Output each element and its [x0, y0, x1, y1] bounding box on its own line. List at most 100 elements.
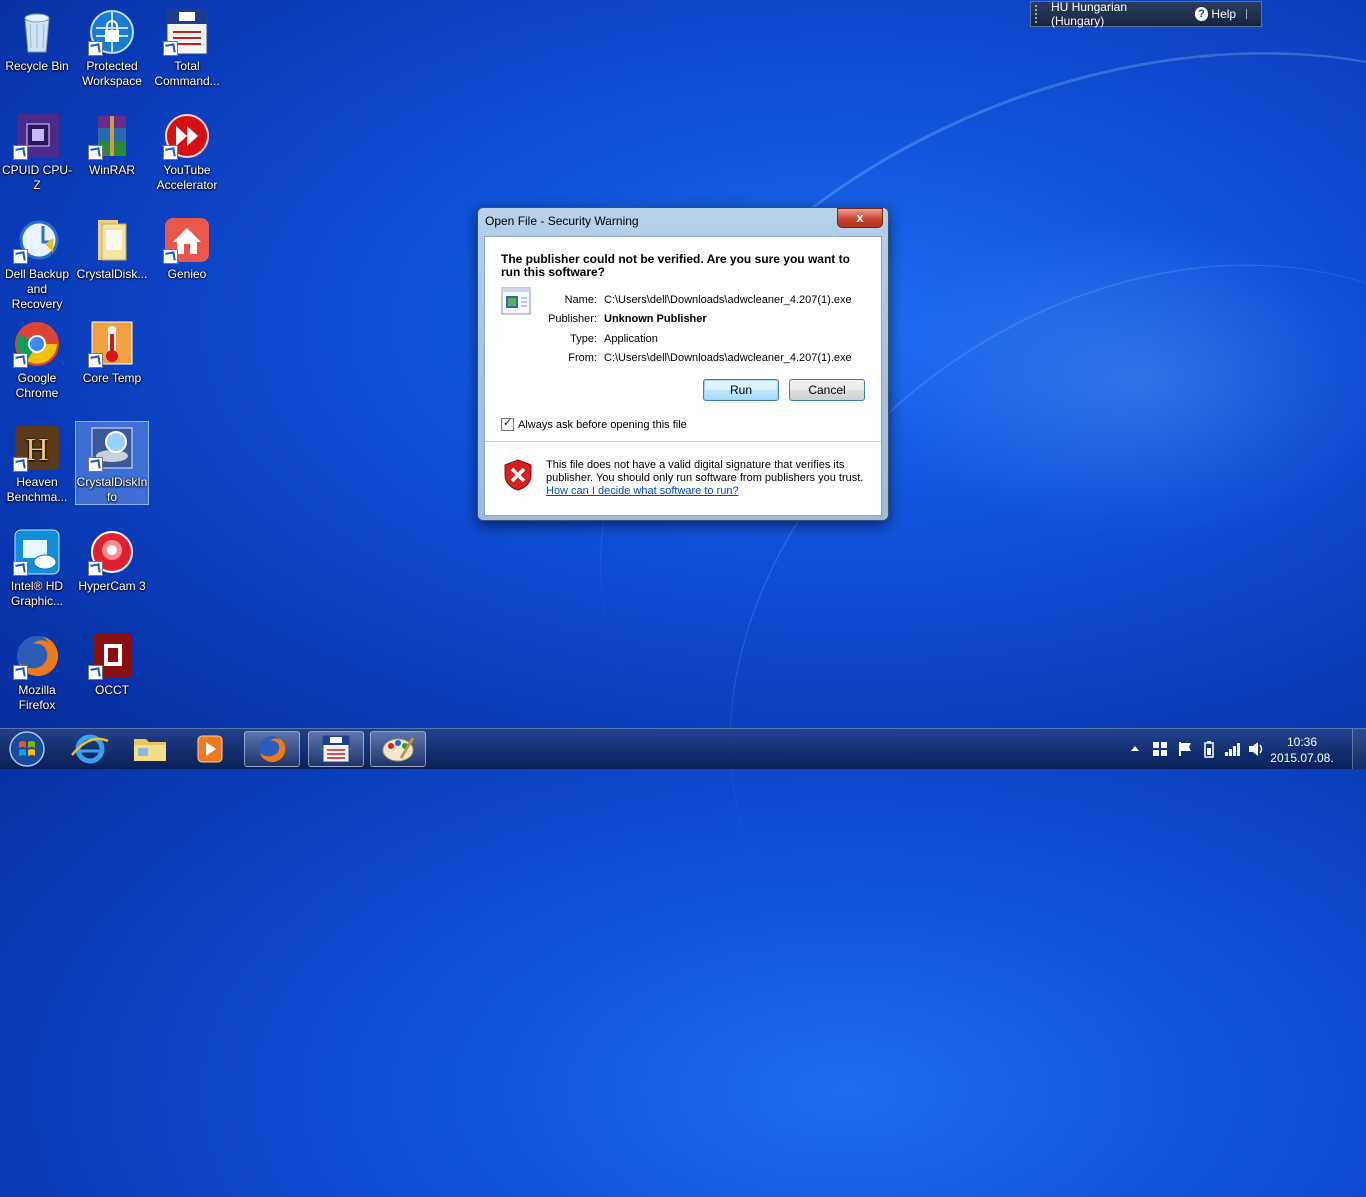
firefox-icon[interactable]: [244, 731, 300, 767]
desktop-icon-total-commander[interactable]: Total Command...: [151, 6, 223, 89]
dialog-body: The publisher could not be verified. Are…: [484, 236, 882, 516]
help-icon[interactable]: ?: [1194, 7, 1209, 21]
svg-text:H: H: [25, 431, 48, 467]
field-value: Unknown Publisher: [604, 313, 707, 325]
action-center-flag-icon[interactable]: [1177, 741, 1193, 781]
desktop-icon-genieo[interactable]: Genieo: [151, 214, 223, 282]
media-player-icon[interactable]: [182, 731, 238, 767]
network-signal-icon[interactable]: [1224, 741, 1242, 781]
warning-message: This file does not have a valid digital …: [546, 459, 866, 498]
field-key: Name:: [564, 294, 597, 306]
desktop-icon-core-temp[interactable]: Core Temp: [76, 318, 148, 386]
close-button[interactable]: x: [837, 208, 883, 228]
cancel-button[interactable]: Cancel: [789, 379, 865, 401]
volume-icon[interactable]: [1248, 741, 1266, 781]
field-value: Application: [604, 333, 658, 345]
language-bar[interactable]: HU Hungarian (Hungary) ? Help: [1030, 0, 1262, 28]
desktop-icon-occt[interactable]: OCCT: [76, 630, 148, 698]
total-commander-icon: [163, 8, 211, 56]
icon-label: Protected Workspace: [82, 59, 142, 88]
intel-hd-icon: [13, 528, 61, 576]
icon-label: Google Chrome: [15, 371, 59, 400]
icon-label: Intel® HD Graphic...: [10, 579, 64, 608]
icon-label: YouTube Accelerator: [156, 163, 218, 192]
field-type: Type: Application: [525, 333, 875, 345]
always-ask-checkbox-row[interactable]: Always ask before opening this file: [501, 416, 687, 431]
total-commander-icon[interactable]: [308, 731, 364, 767]
icon-label: Recycle Bin: [5, 59, 69, 73]
language-label[interactable]: HU Hungarian (Hungary): [1051, 0, 1183, 28]
icon-label: CPUID CPU-Z: [1, 163, 72, 192]
always-ask-checkbox[interactable]: [501, 416, 514, 431]
icon-label: Dell Backup and Recovery: [4, 267, 70, 311]
folder-icon: [88, 216, 136, 264]
field-key: From:: [568, 352, 597, 364]
protected-workspace-icon: [88, 8, 136, 56]
desktop-icon-dell-backup[interactable]: Dell Backup and Recovery: [1, 214, 73, 312]
clock-time: 10:36: [1286, 735, 1318, 749]
dell-backup-icon: [13, 216, 61, 264]
shield-warning-icon: [503, 459, 533, 491]
warning-text: This file does not have a valid digital …: [546, 459, 864, 484]
run-button[interactable]: Run: [703, 379, 779, 401]
desktop-icon-protected-workspace[interactable]: Protected Workspace: [76, 6, 148, 89]
desktop-icon-crystaldisk-folder[interactable]: CrystalDisk...: [76, 214, 148, 282]
field-publisher: Publisher: Unknown Publisher: [525, 313, 875, 325]
core-temp-icon: [88, 320, 136, 368]
help-label[interactable]: Help: [1211, 7, 1236, 21]
icon-label: Total Command...: [154, 59, 220, 88]
desktop-icon-hypercam[interactable]: HyperCam 3: [76, 526, 148, 594]
show-desktop-button[interactable]: [1352, 729, 1366, 769]
minimize-langbar-icon[interactable]: [1246, 9, 1261, 19]
desktop-icon-firefox[interactable]: Mozilla Firefox: [1, 630, 73, 713]
icon-label: Mozilla Firefox: [18, 683, 56, 712]
internet-explorer-icon[interactable]: [62, 731, 118, 767]
genieo-icon: [163, 216, 211, 264]
desktop-icon-winrar[interactable]: WinRAR: [76, 110, 148, 178]
field-value: C:\Users\dell\Downloads\adwcleaner_4.207…: [604, 352, 852, 364]
field-key: Type:: [570, 333, 597, 345]
divider: [485, 441, 881, 442]
icon-label: CrystalDiskInfo: [76, 475, 148, 504]
windows-flag-icon[interactable]: [1152, 741, 1168, 781]
security-warning-dialog: Open File - Security Warning x The publi…: [477, 207, 889, 521]
icon-label: HyperCam 3: [78, 579, 146, 593]
heaven-benchmark-icon: H: [13, 424, 61, 472]
desktop-icon-recycle-bin[interactable]: Recycle Bin: [1, 6, 73, 74]
battery-icon[interactable]: [1203, 740, 1215, 780]
desktop-icon-crystaldiskinfo[interactable]: CrystalDiskInfo: [75, 421, 149, 505]
checkbox-label[interactable]: Always ask before opening this file: [518, 419, 687, 431]
paint-icon[interactable]: [370, 731, 426, 767]
show-hidden-icons-icon[interactable]: [1130, 742, 1140, 782]
icon-label: WinRAR: [88, 163, 135, 177]
wallpaper-glow: [880, 220, 1366, 540]
desktop-icon-intel-hd[interactable]: Intel® HD Graphic...: [1, 526, 73, 609]
icon-label: OCCT: [95, 683, 129, 697]
desktop-icon-cpuz[interactable]: CPUID CPU-Z: [1, 110, 73, 193]
desktop-icon-heaven[interactable]: H Heaven Benchma...: [1, 422, 73, 505]
explorer-folder-icon[interactable]: [122, 731, 178, 767]
dialog-heading: The publisher could not be verified. Are…: [501, 252, 850, 279]
winrar-icon: [88, 112, 136, 160]
firefox-icon: [13, 632, 61, 680]
clock[interactable]: 10:36 2015.07.08.: [1270, 734, 1334, 766]
occt-icon: [88, 632, 136, 680]
cpuz-icon: [13, 112, 61, 160]
grip-handle[interactable]: [1035, 5, 1043, 23]
hypercam-icon: [88, 528, 136, 576]
clock-date: 2015.07.08.: [1270, 751, 1334, 765]
field-from: From: C:\Users\dell\Downloads\adwcleaner_…: [525, 352, 875, 364]
field-key: Publisher:: [548, 313, 597, 325]
icon-label: Genieo: [167, 267, 207, 281]
desktop-icon-chrome[interactable]: Google Chrome: [1, 318, 73, 401]
chrome-icon: [13, 320, 61, 368]
dialog-title: Open File - Security Warning: [485, 214, 639, 228]
crystaldiskinfo-icon: [88, 424, 136, 472]
icon-label: Core Temp: [82, 371, 142, 385]
help-link[interactable]: How can I decide what software to run?: [546, 485, 866, 498]
youtube-accelerator-icon: [163, 112, 211, 160]
start-orb-icon[interactable]: [4, 730, 50, 768]
recycle-bin-icon: [13, 8, 61, 56]
field-name: Name: C:\Users\dell\Downloads\adwcleaner_…: [525, 294, 875, 306]
desktop-icon-youtube-accelerator[interactable]: YouTube Accelerator: [151, 110, 223, 193]
